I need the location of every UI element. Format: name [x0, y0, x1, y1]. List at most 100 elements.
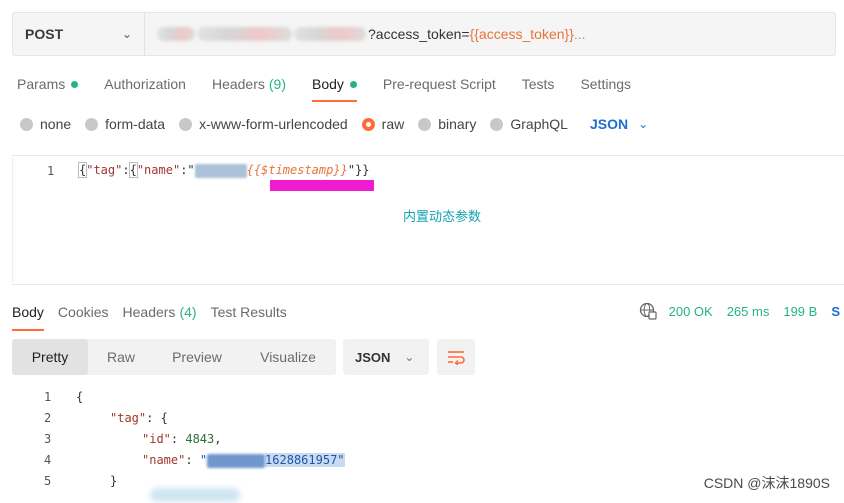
radio-label: form-data	[105, 116, 166, 132]
json-key: "tag"	[110, 411, 147, 425]
wrap-lines-icon	[448, 351, 465, 365]
url-query-prefix: ?access_token=	[368, 26, 470, 42]
radio-circle	[361, 117, 375, 131]
line-number: 5	[44, 474, 52, 488]
tab-label: Tests	[521, 76, 555, 92]
redacted-value	[207, 453, 266, 468]
json-brace: {	[128, 162, 138, 178]
radio-circle	[20, 117, 33, 131]
tab-response-headers[interactable]: Headers (4)	[123, 302, 197, 322]
chevron-down-icon: ⌄	[121, 27, 132, 41]
tab-test-results[interactable]: Test Results	[211, 302, 287, 322]
tab-label: Cookies	[57, 304, 109, 320]
json-punct: ,	[214, 432, 222, 446]
redacted-url-part	[157, 27, 195, 41]
code-line: "id": 4843,	[142, 432, 222, 446]
tab-label: Headers	[211, 76, 265, 92]
response-format-select[interactable]: JSON ⌄	[343, 339, 429, 375]
tab-label: Body	[12, 304, 44, 320]
view-visualize[interactable]: Visualize	[240, 339, 336, 375]
json-key: "id"	[142, 432, 171, 446]
code-line: "name": " 1628861957"	[142, 453, 345, 468]
tab-count: (9)	[268, 76, 286, 92]
method-select[interactable]: POST ⌄	[13, 13, 145, 55]
line-number: 3	[44, 432, 52, 446]
url-ellipsis: ...	[573, 26, 586, 42]
json-colon: :	[122, 163, 130, 177]
response-status: 200 OK 265 ms 199 B S	[639, 302, 840, 320]
chevron-down-icon: ⌄	[638, 117, 649, 131]
radio-label: raw	[381, 116, 405, 132]
radio-label: binary	[438, 116, 477, 132]
tab-label: Settings	[580, 76, 632, 92]
line-number: 1	[44, 390, 52, 404]
json-punct: : {	[146, 411, 168, 425]
code-line: {	[76, 390, 83, 404]
watermark: CSDN @沫沫1890S	[703, 475, 830, 491]
response-time: 265 ms	[726, 303, 770, 319]
format-label: JSON	[589, 116, 629, 132]
tab-cookies[interactable]: Cookies	[58, 302, 109, 322]
request-bar: POST ⌄ ?access_token= {{access_token}} .…	[12, 12, 836, 56]
redacted-url-part	[197, 27, 292, 41]
annotation-text: 内置动态参数	[403, 209, 482, 224]
radio-circle	[418, 117, 432, 131]
json-punct: :	[185, 453, 200, 467]
radio-raw[interactable]: raw	[361, 116, 405, 132]
url-variable: {{access_token}}	[469, 26, 574, 42]
status-dot	[349, 80, 357, 88]
body-type-options: none form-data x-www-form-urlencoded raw…	[20, 116, 648, 132]
tab-tests[interactable]: Tests	[522, 74, 555, 94]
tab-label: Pre-request Script	[382, 76, 496, 92]
code-line: {"tag":{"name":" {{$timestamp}}"}}	[77, 162, 370, 178]
radio-graphql[interactable]: GraphQL	[490, 116, 568, 132]
tab-label: Authorization	[104, 76, 186, 92]
url-input[interactable]: ?access_token= {{access_token}} ...	[145, 13, 835, 55]
view-preview[interactable]: Preview	[154, 339, 240, 375]
wrap-lines-button[interactable]	[437, 339, 475, 375]
radio-label: GraphQL	[510, 116, 568, 132]
tab-body[interactable]: Body	[312, 74, 357, 102]
line-number: 1	[47, 164, 55, 178]
format-label: JSON	[355, 349, 391, 365]
response-tabs: Body Cookies Headers (4) Test Results	[12, 302, 301, 331]
line-number: 4	[44, 453, 52, 467]
tab-settings[interactable]: Settings	[580, 74, 631, 94]
highlight-marker	[270, 180, 374, 191]
radio-circle	[490, 117, 504, 131]
line-number: 2	[44, 411, 52, 425]
tab-params[interactable]: Params	[17, 74, 79, 94]
response-size: 199 B	[783, 303, 818, 319]
radio-x-www-form-urlencoded[interactable]: x-www-form-urlencoded	[179, 116, 348, 132]
json-brace: }	[110, 474, 118, 488]
json-punct: :	[170, 432, 186, 446]
code-line: }	[110, 474, 117, 488]
tab-response-body[interactable]: Body	[12, 302, 44, 331]
json-quote: "	[187, 163, 195, 177]
body-format-select[interactable]: JSON ⌄	[590, 116, 648, 132]
json-brace: {	[76, 390, 84, 404]
radio-binary[interactable]: binary	[418, 116, 476, 132]
json-close: "}}	[347, 163, 370, 177]
view-pretty[interactable]: Pretty	[12, 339, 88, 375]
json-key: "tag"	[86, 163, 123, 177]
radio-none[interactable]: none	[20, 116, 71, 132]
tab-label: Test Results	[210, 304, 287, 320]
globe-icon[interactable]	[639, 302, 657, 320]
radio-circle	[179, 117, 193, 131]
save-response-button[interactable]: S	[831, 304, 840, 319]
json-number: 4843	[185, 432, 215, 446]
radio-label: none	[40, 116, 72, 132]
view-raw[interactable]: Raw	[88, 339, 154, 375]
json-string: 1628861957"	[265, 453, 345, 467]
tab-authorization[interactable]: Authorization	[104, 74, 186, 94]
tab-headers[interactable]: Headers (9)	[212, 74, 286, 94]
redacted-url-part	[294, 27, 366, 41]
radio-form-data[interactable]: form-data	[85, 116, 165, 132]
redacted-value	[194, 163, 247, 178]
tab-label: Body	[312, 76, 344, 92]
redacted-blob	[150, 488, 240, 502]
json-key: "name"	[136, 163, 181, 177]
timestamp-variable: {{$timestamp}}	[246, 163, 348, 177]
tab-pre-request-script[interactable]: Pre-request Script	[383, 74, 496, 94]
